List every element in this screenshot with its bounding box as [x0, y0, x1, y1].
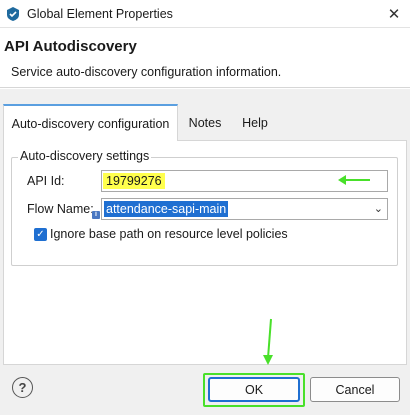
close-icon: ✕: [387, 6, 401, 23]
tab-auto-discovery-configuration[interactable]: Auto-discovery configuration: [3, 104, 178, 141]
app-icon: [7, 7, 19, 21]
annotation-arrow-left-icon: [338, 175, 370, 185]
flow-name-select[interactable]: attendance-sapi-main ⌄: [101, 198, 388, 220]
dialog-header: API Autodiscovery Service auto-discovery…: [0, 28, 410, 88]
tab-notes[interactable]: Notes: [180, 104, 230, 141]
ignore-base-path-label: Ignore base path on resource level polic…: [50, 227, 288, 241]
ok-button[interactable]: OK: [208, 377, 300, 402]
annotation-arrow-down-icon: [263, 318, 273, 365]
tab-help[interactable]: Help: [234, 104, 276, 141]
close-button[interactable]: ✕: [378, 0, 410, 28]
window-title: Global Element Properties: [27, 7, 173, 21]
cancel-button[interactable]: Cancel: [310, 377, 400, 402]
question-mark-icon: ?: [18, 380, 27, 395]
flow-name-label: Flow Name:: [27, 202, 94, 216]
dialog-description: Service auto-discovery configuration inf…: [11, 65, 282, 79]
tab-label: Help: [242, 115, 268, 130]
api-id-value: 19799276: [103, 173, 165, 189]
tab-label: Notes: [188, 115, 222, 130]
api-id-label: API Id:: [27, 174, 65, 188]
tab-label: Auto-discovery configuration: [11, 116, 170, 131]
chevron-down-icon[interactable]: ⌄: [374, 202, 383, 215]
dialog-heading: API Autodiscovery: [4, 38, 137, 55]
info-icon: i: [92, 211, 100, 219]
help-button[interactable]: ?: [12, 377, 33, 398]
group-title: Auto-discovery settings: [18, 149, 152, 163]
title-bar: Global Element Properties ✕: [0, 0, 410, 28]
flow-name-value: attendance-sapi-main: [104, 201, 229, 217]
ignore-base-path-checkbox[interactable]: ✓: [34, 228, 47, 241]
